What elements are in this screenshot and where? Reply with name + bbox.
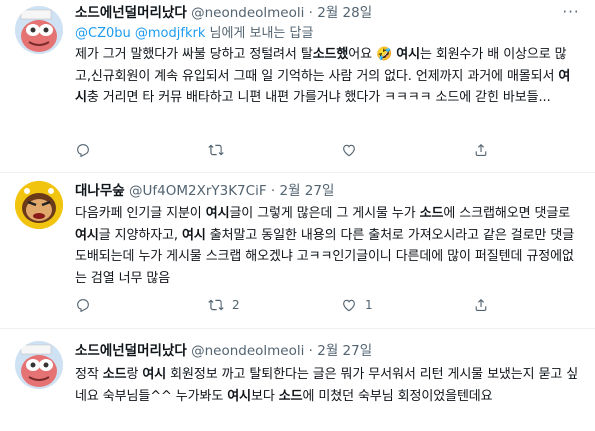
reply-label: 님에게 보내는 답글	[209, 26, 314, 41]
display-name[interactable]: 대나무숲	[75, 183, 125, 199]
avatar[interactable]	[15, 341, 63, 389]
tweet-text: 다음카페 인기글 지분이 여시글이 그렇게 많은데 그 게시물 누가 소드에 스…	[75, 203, 580, 289]
rofl-emoji: 🤣	[376, 47, 393, 62]
text-segment: 충 거리면 타 커뮤 배타하고 니편 내편 가를거냐 했다가 ㅋㅋㅋㅋ 소드에 …	[86, 90, 551, 105]
like-count: 1	[365, 298, 373, 312]
highlighted-keyword: 여시	[227, 388, 252, 404]
highlighted-keyword: 여시	[182, 227, 206, 243]
spongebob-avatar-image	[15, 341, 63, 389]
mention-link[interactable]: @CZ0bu	[75, 26, 131, 41]
timestamp[interactable]: 2월 28일	[317, 5, 372, 21]
text-segment: 랑	[126, 367, 143, 382]
separator: ·	[308, 343, 313, 359]
tweet-3[interactable]: 소드에넌덜머리났다 @neondeolmeoli · 2월 27일 정작 소드랑…	[0, 329, 595, 431]
highlighted-keyword: 소드	[278, 388, 303, 404]
retweet-icon	[208, 144, 224, 156]
highlighted-keyword: 소드	[419, 206, 444, 221]
heart-icon	[343, 144, 355, 157]
retweet-button[interactable]: 2	[208, 297, 240, 313]
text-segment: 다음카페 인기글 지분이	[75, 206, 206, 221]
handle[interactable]: @neondeolmeoli	[191, 5, 304, 21]
tweet-1[interactable]: 소드에넌덜머리났다 @neondeolmeoli · 2월 28일 ··· @C…	[0, 0, 595, 172]
retweet-count: 2	[232, 298, 240, 312]
avatar[interactable]	[15, 181, 63, 229]
highlighted-keyword: 했	[336, 47, 349, 62]
replying-to: @CZ0bu @modjfkrk 님에게 보내는 답글	[75, 25, 313, 43]
tweet-header: 소드에넌덜머리났다 @neondeolmeoli · 2월 28일	[75, 4, 372, 22]
retweet-button[interactable]	[208, 142, 232, 158]
share-button[interactable]	[473, 142, 489, 158]
display-name[interactable]: 소드에넌덜머리났다	[75, 343, 187, 359]
handle[interactable]: @Uf4OM2XrY3K7CiF	[129, 183, 267, 199]
highlighted-keyword: 소드	[102, 367, 127, 382]
separator: ·	[308, 5, 313, 21]
tweet-text: 정작 소드랑 여시 회원정보 까고 탈퇴한다는 글은 뭐가 무서워서 리턴 게시…	[75, 364, 580, 407]
reply-button[interactable]	[75, 297, 99, 313]
separator: ·	[270, 183, 276, 199]
highlighted-keyword: 여시	[75, 227, 99, 243]
spongebob-avatar-image	[15, 6, 63, 54]
like-button[interactable]	[341, 142, 365, 158]
reply-button[interactable]	[75, 142, 99, 158]
reply-icon	[77, 144, 89, 158]
tweet-header: 소드에넌덜머리났다 @neondeolmeoli · 2월 27일	[75, 342, 372, 360]
text-segment: 글 지양하자고,	[98, 227, 182, 243]
text-segment: 에 미쳤던 숙부님 회정이었을텐데요	[302, 388, 493, 404]
highlighted-keyword: 여시	[205, 206, 230, 221]
avatar[interactable]	[15, 6, 63, 54]
handle[interactable]: @neondeolmeoli	[191, 343, 304, 359]
share-button[interactable]	[473, 297, 489, 313]
like-button[interactable]: 1	[341, 297, 373, 313]
cartoon-face-avatar-image	[15, 181, 63, 229]
reply-icon	[77, 299, 89, 313]
text-segment: 어요	[348, 47, 377, 62]
timestamp[interactable]: 2월 27일	[279, 183, 334, 199]
timestamp[interactable]: 2월 27일	[317, 343, 372, 359]
share-icon	[475, 144, 487, 156]
share-icon	[475, 299, 487, 311]
tweet-2[interactable]: 대나무숲 @Uf4OM2XrY3K7CiF · 2월 27일 다음카페 인기글 …	[0, 173, 595, 328]
text-segment: 보다	[251, 388, 279, 404]
highlighted-keyword: 여시	[396, 47, 420, 62]
text-segment: 제가 그거 말했다가 싸불 당하고 정털려서 탈	[75, 47, 313, 62]
tweet-text: 제가 그거 말했다가 싸불 당하고 정털려서 탈소드했어요 🤣 여시는 회원수가…	[75, 44, 580, 109]
action-bar: 2 1	[75, 297, 580, 315]
tweet-header: 대나무숲 @Uf4OM2XrY3K7CiF · 2월 27일	[75, 182, 334, 200]
text-segment: 정작	[75, 367, 103, 382]
mention-link[interactable]: @modjfkrk	[135, 26, 205, 41]
highlighted-keyword: 여시	[142, 367, 167, 382]
highlighted-keyword: 소드	[312, 47, 337, 62]
text-segment: 에 스크랩해오면 댓글로	[443, 206, 571, 221]
more-icon[interactable]: ···	[561, 5, 581, 24]
text-segment: 글이 그렇게 많은데 그 게시물 누가	[229, 206, 420, 221]
retweet-icon	[208, 299, 224, 311]
display-name[interactable]: 소드에넌덜머리났다	[75, 5, 187, 21]
action-bar	[75, 142, 580, 160]
heart-icon	[343, 299, 355, 312]
